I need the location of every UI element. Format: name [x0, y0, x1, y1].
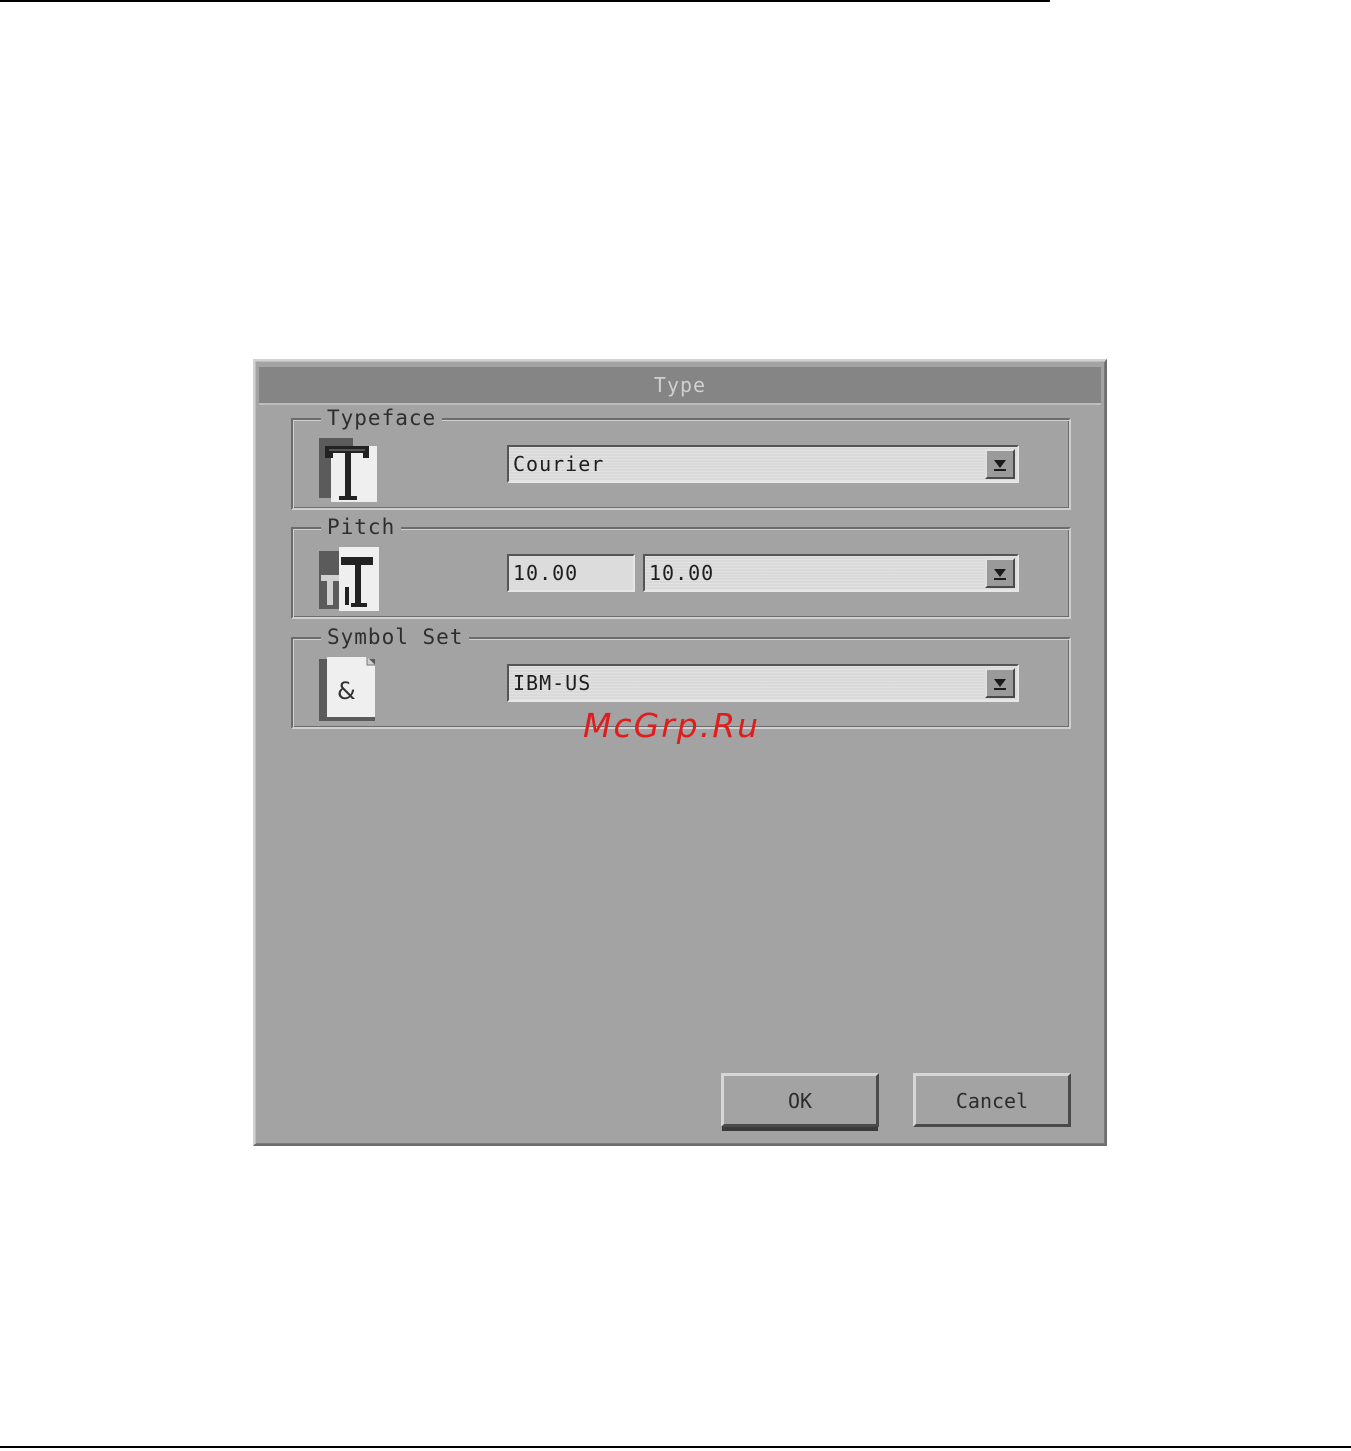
- chevron-down-icon[interactable]: [985, 668, 1015, 698]
- pitch-entry[interactable]: 10.00: [507, 554, 635, 592]
- pitch-combo-value: 10.00: [649, 561, 715, 585]
- typeface-icon: [317, 438, 379, 502]
- pitch-entry-value: 10.00: [513, 561, 579, 585]
- pitch-group: Pitch 10.00 10.00: [291, 514, 1071, 619]
- dialog-title[interactable]: Type: [259, 367, 1101, 405]
- watermark: McGrp.Ru: [583, 706, 761, 745]
- symbol-set-legend: Symbol Set: [321, 624, 470, 650]
- type-dialog: Type Typeface Courier Pitch 10.00 10.00 …: [253, 359, 1107, 1146]
- symbol-set-value: IBM-US: [513, 671, 592, 695]
- bottom-rule: [0, 1446, 1351, 1448]
- symbol-set-combo[interactable]: IBM-US: [507, 664, 1019, 702]
- typeface-group: Typeface Courier: [291, 405, 1071, 510]
- chevron-down-icon[interactable]: [985, 449, 1015, 479]
- pitch-icon: [317, 547, 379, 611]
- pitch-combo[interactable]: 10.00: [643, 554, 1019, 592]
- pitch-legend: Pitch: [321, 514, 402, 540]
- symbol-set-icon: &: [317, 657, 379, 721]
- cancel-button[interactable]: Cancel: [913, 1073, 1071, 1127]
- svg-text:&: &: [337, 677, 356, 705]
- ok-button[interactable]: OK: [721, 1073, 879, 1127]
- top-rule: [0, 0, 1050, 2]
- typeface-legend: Typeface: [321, 405, 443, 431]
- typeface-combo[interactable]: Courier: [507, 445, 1019, 483]
- chevron-down-icon[interactable]: [985, 558, 1015, 588]
- typeface-value: Courier: [513, 452, 605, 476]
